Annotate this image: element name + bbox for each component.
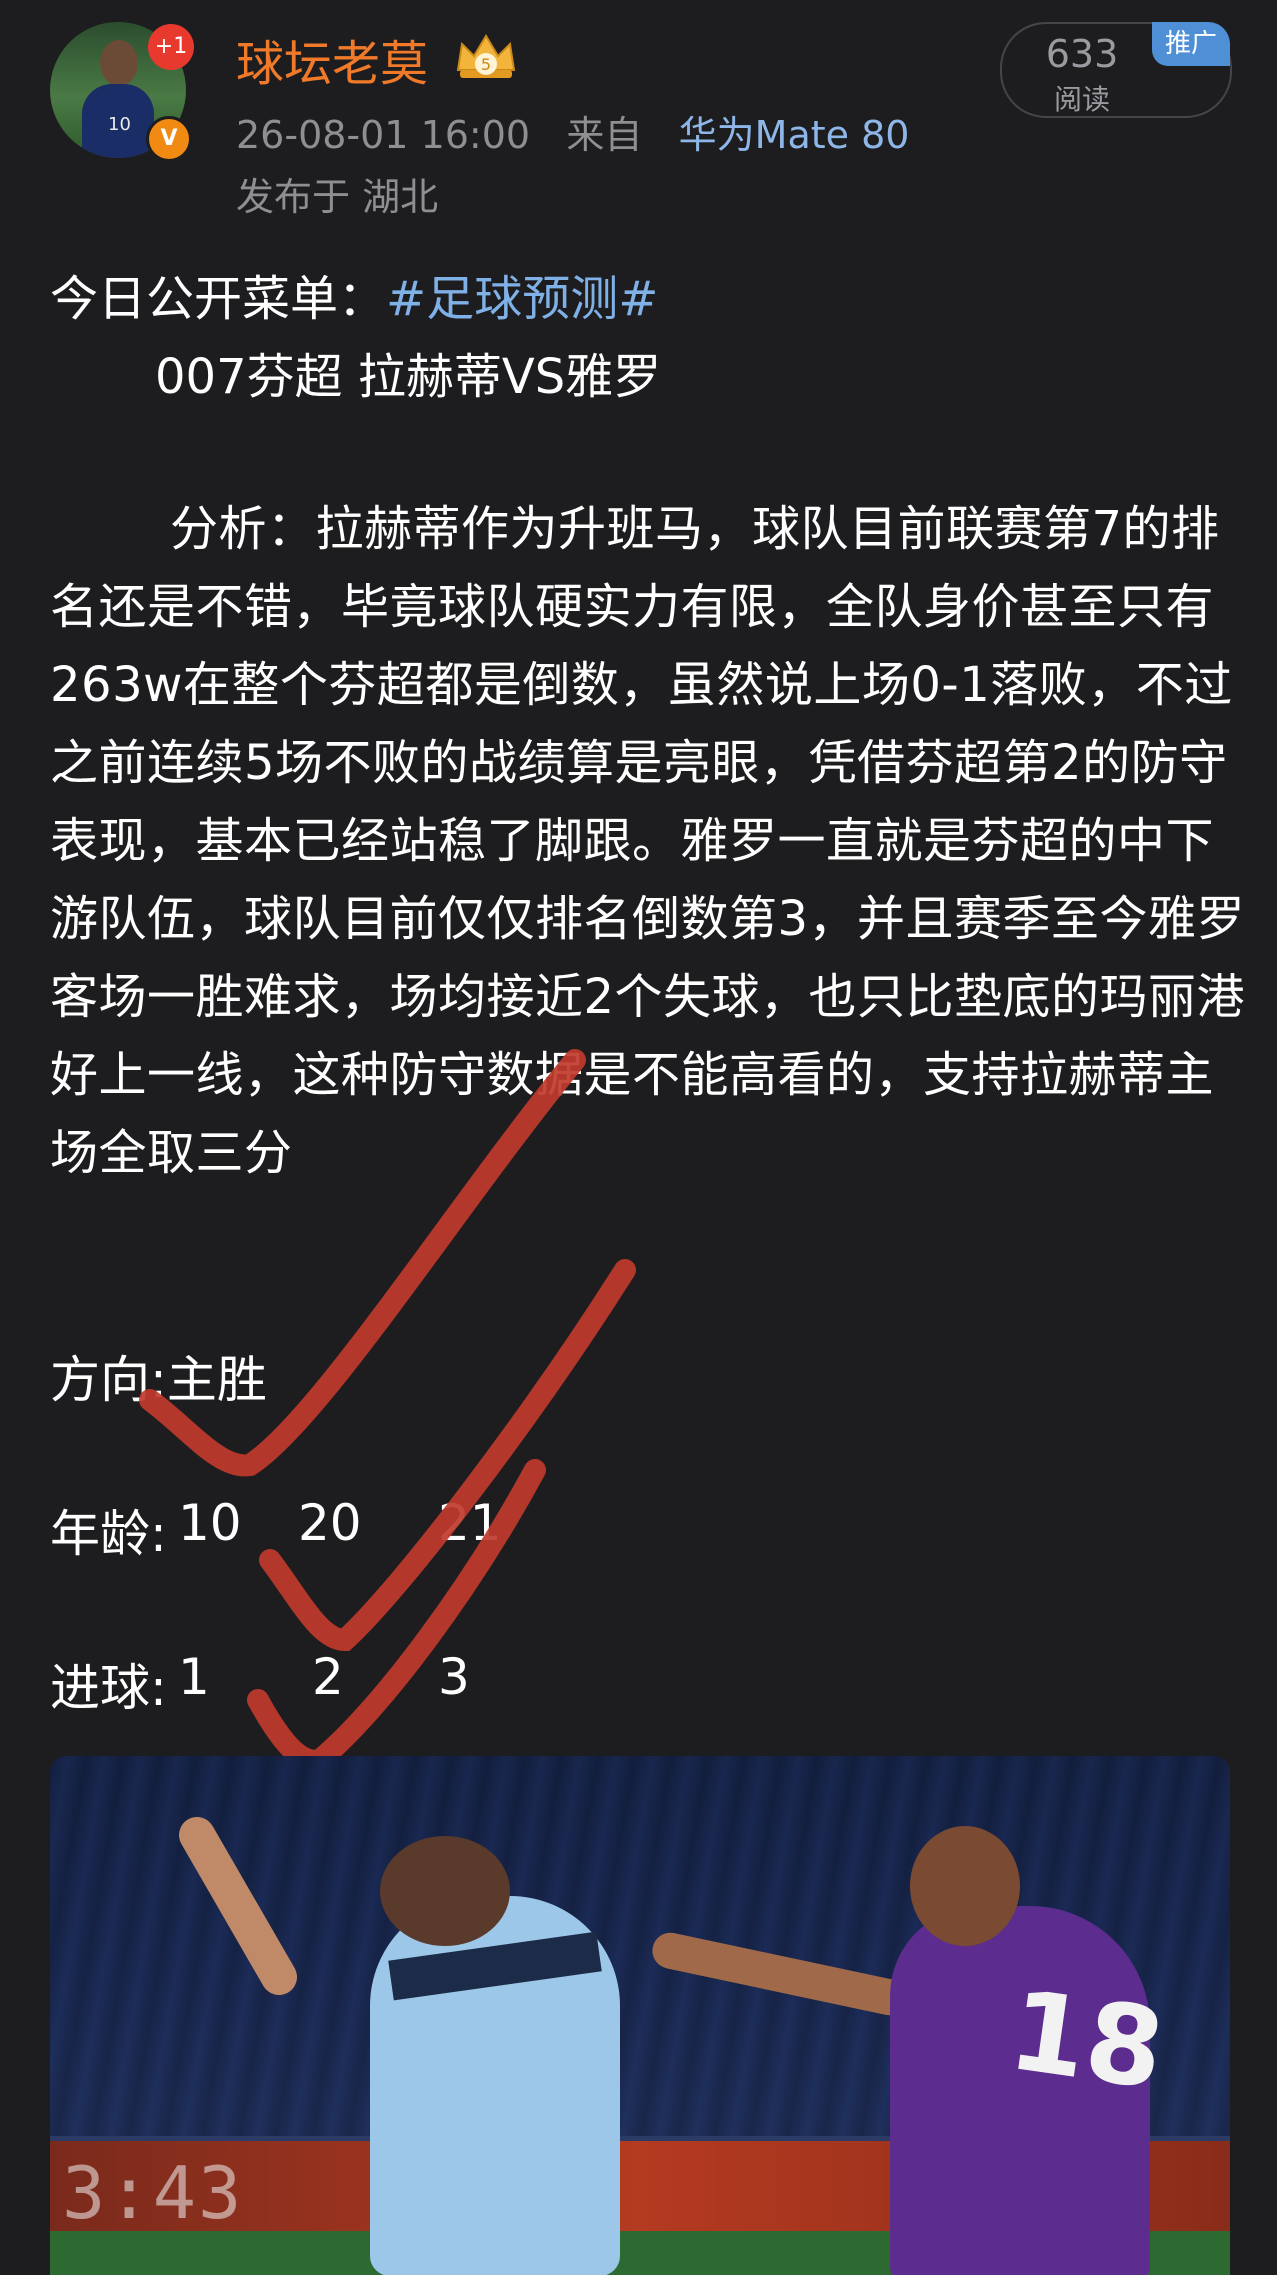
read-label: 阅读 bbox=[1053, 83, 1110, 116]
notification-badge: +1 bbox=[148, 24, 194, 70]
age-label: 年龄: bbox=[50, 1505, 167, 1563]
age-value: 21 bbox=[438, 1494, 502, 1552]
post-location: 发布于 湖北 bbox=[236, 175, 439, 219]
avatar-head-shape bbox=[100, 40, 138, 86]
goal-value: 1 bbox=[178, 1648, 210, 1706]
goal-value: 2 bbox=[312, 1648, 344, 1706]
topic-tag-link[interactable]: #足球预测# bbox=[386, 271, 658, 327]
goal-value: 3 bbox=[438, 1648, 470, 1706]
image-clock-text: 3:43 bbox=[62, 2151, 244, 2235]
crown-level-text: 5 bbox=[481, 55, 491, 74]
analysis-paragraph: 分析：拉赫蒂作为升班马，球队目前联赛第7的排名还是不错，毕竟球队硬实力有限，全队… bbox=[50, 501, 1246, 1181]
post-meta: 26-08-01 16:00 来自 华为Mate 80 bbox=[236, 104, 909, 159]
intro-line: 今日公开菜单：#足球预测# bbox=[50, 260, 658, 338]
read-count: 633 bbox=[1045, 32, 1119, 76]
username[interactable]: 球坛老莫 bbox=[236, 24, 428, 94]
promo-badge[interactable]: 推广 bbox=[1152, 22, 1230, 66]
player-light-blue bbox=[370, 1896, 620, 2275]
source-prefix: 来自 bbox=[566, 113, 643, 157]
device-link[interactable]: 华为Mate 80 bbox=[679, 113, 910, 157]
verified-icon: V bbox=[146, 116, 192, 162]
jersey-number: 18 bbox=[1001, 1965, 1172, 2115]
crown-icon: 5 bbox=[456, 34, 516, 78]
match-line: 007芬超 拉赫蒂VS雅罗 bbox=[155, 349, 662, 405]
post-image[interactable]: 3:43 18 bbox=[50, 1756, 1230, 2275]
age-row: 年龄: 10 20 21 bbox=[50, 1494, 650, 1563]
direction-line: 方向:主胜 bbox=[50, 1351, 267, 1409]
age-value: 10 bbox=[178, 1494, 242, 1552]
age-value: 20 bbox=[298, 1494, 362, 1552]
player-head-left bbox=[380, 1836, 510, 1946]
intro-prefix: 今日公开菜单： bbox=[50, 271, 387, 327]
avatar-jersey-number: 10 bbox=[108, 114, 131, 135]
player-head-right bbox=[910, 1826, 1020, 1946]
goals-label: 进球: bbox=[50, 1659, 167, 1717]
check-mark-icon bbox=[259, 1259, 636, 1652]
post-timestamp: 26-08-01 16:00 bbox=[236, 113, 531, 157]
goals-row: 进球: 1 2 3 bbox=[50, 1648, 650, 1717]
